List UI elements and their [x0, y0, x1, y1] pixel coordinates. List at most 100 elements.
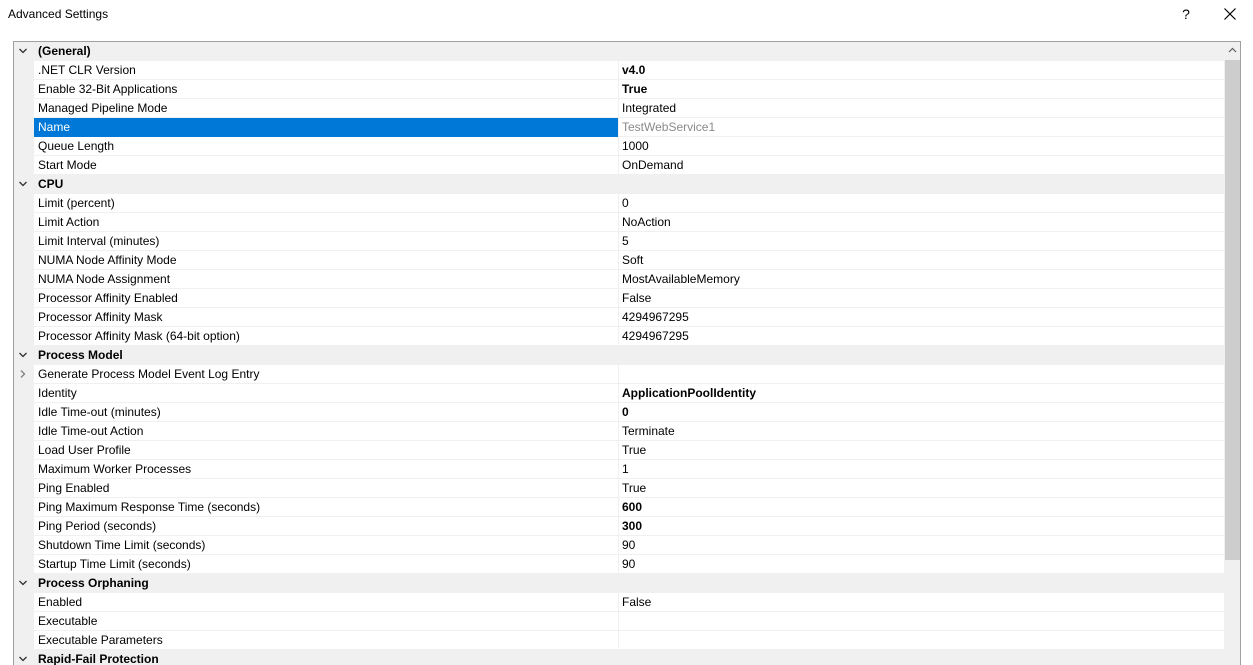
property-value[interactable]: 0 [619, 403, 1224, 422]
property-name[interactable]: Limit Interval (minutes) [34, 232, 618, 251]
property-name[interactable]: Managed Pipeline Mode [34, 99, 618, 118]
property-value[interactable]: NoAction [619, 213, 1224, 232]
property-name[interactable]: Startup Time Limit (seconds) [34, 555, 618, 574]
help-button[interactable]: ? [1176, 3, 1196, 25]
property-value[interactable]: 1000 [619, 137, 1224, 156]
property-value[interactable]: 1 [619, 460, 1224, 479]
scroll-up-button[interactable] [1224, 42, 1240, 59]
property-row-net-clr-version[interactable]: .NET CLR Version v4.0 [14, 61, 1224, 80]
property-row-numa-node-affinity-mode[interactable]: NUMA Node Affinity Mode Soft [14, 251, 1224, 270]
property-name[interactable]: Limit Action [34, 213, 618, 232]
property-name[interactable]: Load User Profile [34, 441, 618, 460]
vertical-scrollbar[interactable] [1224, 42, 1240, 665]
property-row-limit-percent[interactable]: Limit (percent) 0 [14, 194, 1224, 213]
property-value[interactable]: True [619, 80, 1224, 99]
collapse-toggle[interactable] [16, 177, 30, 191]
property-value[interactable] [619, 631, 1224, 650]
property-row-enable-32-bit-applications[interactable]: Enable 32-Bit Applications True [14, 80, 1224, 99]
property-name[interactable]: Maximum Worker Processes [34, 460, 618, 479]
category-row-general[interactable]: (General) [14, 42, 1224, 61]
property-row-managed-pipeline-mode[interactable]: Managed Pipeline Mode Integrated [14, 99, 1224, 118]
property-value[interactable]: Terminate [619, 422, 1224, 441]
property-name[interactable]: Queue Length [34, 137, 618, 156]
property-row-generate-process-model-event-log-entry[interactable]: Generate Process Model Event Log Entry [14, 365, 1224, 384]
property-row-numa-node-assignment[interactable]: NUMA Node Assignment MostAvailableMemory [14, 270, 1224, 289]
property-name[interactable]: Processor Affinity Enabled [34, 289, 618, 308]
category-row-cpu[interactable]: CPU [14, 175, 1224, 194]
property-row-ping-enabled[interactable]: Ping Enabled True [14, 479, 1224, 498]
property-value[interactable]: ApplicationPoolIdentity [619, 384, 1224, 403]
property-value[interactable]: True [619, 441, 1224, 460]
property-row-executable-parameters[interactable]: Executable Parameters [14, 631, 1224, 650]
property-row-ping-period-seconds[interactable]: Ping Period (seconds) 300 [14, 517, 1224, 536]
property-name[interactable]: Enable 32-Bit Applications [34, 80, 618, 99]
property-value[interactable]: 90 [619, 536, 1224, 555]
property-value[interactable]: True [619, 479, 1224, 498]
property-value[interactable]: 4294967295 [619, 308, 1224, 327]
property-row-limit-action[interactable]: Limit Action NoAction [14, 213, 1224, 232]
collapse-toggle[interactable] [16, 576, 30, 590]
property-row-ping-maximum-response-time-seconds[interactable]: Ping Maximum Response Time (seconds) 600 [14, 498, 1224, 517]
property-row-processor-affinity-enabled[interactable]: Processor Affinity Enabled False [14, 289, 1224, 308]
property-name[interactable]: Executable Parameters [34, 631, 618, 650]
property-name[interactable]: Name [34, 118, 618, 137]
category-row-rapid-fail-protection[interactable]: Rapid-Fail Protection [14, 650, 1224, 665]
property-value[interactable]: v4.0 [619, 61, 1224, 80]
expand-toggle[interactable] [16, 367, 30, 381]
property-name[interactable]: .NET CLR Version [34, 61, 618, 80]
property-name[interactable]: Idle Time-out (minutes) [34, 403, 618, 422]
collapse-toggle[interactable] [16, 348, 30, 362]
property-value[interactable]: 4294967295 [619, 327, 1224, 346]
property-name[interactable]: Limit (percent) [34, 194, 618, 213]
property-name[interactable]: Start Mode [34, 156, 618, 175]
scrollbar-thumb[interactable] [1225, 60, 1240, 560]
property-row-executable[interactable]: Executable [14, 612, 1224, 631]
property-name[interactable]: Executable [34, 612, 618, 631]
property-row-name[interactable]: Name TestWebService1 [14, 118, 1224, 137]
property-value[interactable]: Integrated [619, 99, 1224, 118]
property-name[interactable]: Processor Affinity Mask [34, 308, 618, 327]
property-value[interactable]: Soft [619, 251, 1224, 270]
property-name[interactable]: Enabled [34, 593, 618, 612]
property-value[interactable]: False [619, 593, 1224, 612]
property-row-shutdown-time-limit-seconds[interactable]: Shutdown Time Limit (seconds) 90 [14, 536, 1224, 555]
property-row-startup-time-limit-seconds[interactable]: Startup Time Limit (seconds) 90 [14, 555, 1224, 574]
collapse-toggle[interactable] [16, 44, 30, 58]
property-row-processor-affinity-mask-64-bit-option[interactable]: Processor Affinity Mask (64-bit option) 4… [14, 327, 1224, 346]
property-value[interactable] [619, 612, 1224, 631]
property-name[interactable]: Idle Time-out Action [34, 422, 618, 441]
category-row-process-model[interactable]: Process Model [14, 346, 1224, 365]
property-grid[interactable]: (General) .NET CLR Version v4.0 Enable 32-B… [13, 41, 1241, 665]
property-value[interactable]: TestWebService1 [619, 118, 1224, 137]
property-value[interactable]: 0 [619, 194, 1224, 213]
collapse-toggle[interactable] [16, 652, 30, 665]
property-value[interactable]: 300 [619, 517, 1224, 536]
property-value[interactable]: 5 [619, 232, 1224, 251]
close-button[interactable] [1218, 3, 1242, 25]
property-value[interactable]: 90 [619, 555, 1224, 574]
property-name[interactable]: Processor Affinity Mask (64-bit option) [34, 327, 618, 346]
property-name[interactable]: Ping Enabled [34, 479, 618, 498]
property-name[interactable]: Identity [34, 384, 618, 403]
property-row-load-user-profile[interactable]: Load User Profile True [14, 441, 1224, 460]
property-value[interactable] [619, 365, 1224, 384]
property-row-enabled[interactable]: Enabled False [14, 593, 1224, 612]
property-row-start-mode[interactable]: Start Mode OnDemand [14, 156, 1224, 175]
property-row-maximum-worker-processes[interactable]: Maximum Worker Processes 1 [14, 460, 1224, 479]
property-value[interactable]: MostAvailableMemory [619, 270, 1224, 289]
property-name[interactable]: Ping Period (seconds) [34, 517, 618, 536]
property-name[interactable]: Ping Maximum Response Time (seconds) [34, 498, 618, 517]
property-value[interactable]: OnDemand [619, 156, 1224, 175]
property-row-idle-time-out-action[interactable]: Idle Time-out Action Terminate [14, 422, 1224, 441]
property-row-processor-affinity-mask[interactable]: Processor Affinity Mask 4294967295 [14, 308, 1224, 327]
property-name[interactable]: Shutdown Time Limit (seconds) [34, 536, 618, 555]
property-name[interactable]: NUMA Node Affinity Mode [34, 251, 618, 270]
property-value[interactable]: False [619, 289, 1224, 308]
property-row-identity[interactable]: Identity ApplicationPoolIdentity [14, 384, 1224, 403]
property-row-idle-time-out-minutes[interactable]: Idle Time-out (minutes) 0 [14, 403, 1224, 422]
property-value[interactable]: 600 [619, 498, 1224, 517]
property-name[interactable]: Generate Process Model Event Log Entry [34, 365, 618, 384]
property-name[interactable]: NUMA Node Assignment [34, 270, 618, 289]
category-row-process-orphaning[interactable]: Process Orphaning [14, 574, 1224, 593]
property-row-queue-length[interactable]: Queue Length 1000 [14, 137, 1224, 156]
